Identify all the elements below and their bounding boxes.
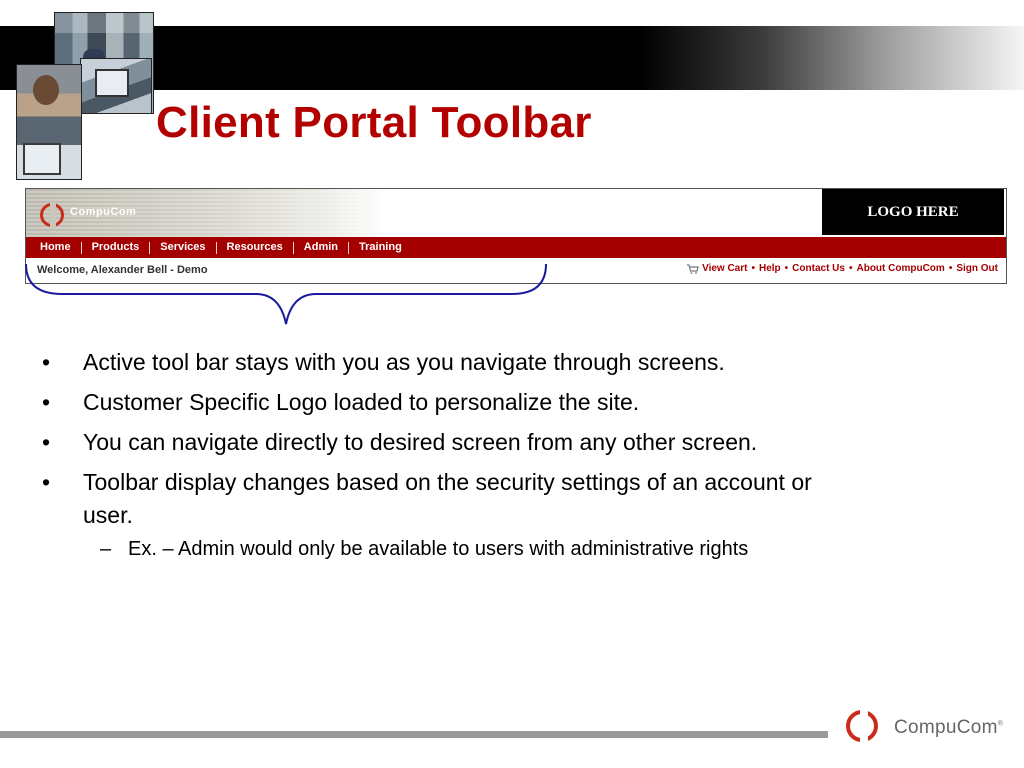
footer-bar: [0, 731, 828, 738]
bullet-item: • You can navigate directly to desired s…: [40, 426, 1000, 459]
footer-logo: CompuCom®: [846, 708, 1016, 750]
footer-brand: CompuCom®: [894, 717, 1003, 739]
footer-brand-name: CompuCom: [894, 717, 998, 738]
bullet-marker: •: [42, 389, 51, 415]
bullet-text: Toolbar display changes based on the sec…: [83, 469, 812, 528]
bullet-list: • Active tool bar stays with you as you …: [40, 346, 1000, 564]
nav-home[interactable]: Home: [30, 237, 81, 258]
registered-mark: ®: [997, 720, 1004, 728]
bullet-item: • Toolbar display changes based on the s…: [40, 466, 1000, 532]
bullet-marker: •: [42, 349, 51, 375]
nav-products[interactable]: Products: [82, 237, 150, 258]
portal-header: CompuCom LOGO HERE: [26, 189, 1006, 237]
sub-bullet-marker: –: [100, 538, 112, 560]
nav-services[interactable]: Services: [150, 237, 215, 258]
bullet-marker: •: [42, 469, 51, 495]
workstation-photo: [80, 58, 152, 114]
nav-admin[interactable]: Admin: [294, 237, 348, 258]
bullet-text: Active tool bar stays with you as you na…: [83, 349, 725, 375]
link-separator: •: [948, 263, 953, 274]
curly-brace-annotation: [25, 263, 547, 325]
bullet-text: You can navigate directly to desired scr…: [83, 429, 758, 455]
compucom-ring-icon: [846, 708, 878, 748]
people-photo: [16, 64, 82, 180]
cart-icon[interactable]: [687, 263, 699, 274]
bullet-marker: •: [42, 429, 51, 455]
portal-nav-bar: Home Products Services Resources Admin T…: [26, 237, 1006, 258]
link-separator: •: [751, 263, 755, 274]
utility-links: View Cart • Help • Contact Us • About Co…: [687, 263, 998, 274]
bullet-item: • Customer Specific Logo loaded to perso…: [40, 386, 1000, 419]
link-separator: •: [848, 263, 853, 274]
sub-bullet-text: Ex. – Admin would only be available to u…: [128, 538, 749, 560]
compucom-logo-icon: [40, 202, 64, 228]
nav-resources[interactable]: Resources: [217, 237, 293, 258]
link-contact-us[interactable]: Contact Us: [792, 263, 845, 274]
link-sign-out[interactable]: Sign Out: [956, 263, 998, 274]
customer-logo-placeholder: LOGO HERE: [822, 189, 1004, 235]
link-help[interactable]: Help: [759, 263, 781, 274]
nav-training[interactable]: Training: [349, 237, 412, 258]
bullet-text: Customer Specific Logo loaded to persona…: [83, 389, 640, 415]
link-separator: •: [784, 263, 789, 274]
link-view-cart[interactable]: View Cart: [702, 263, 747, 274]
bullet-item: • Active tool bar stays with you as you …: [40, 346, 1000, 379]
sub-bullet-item: – Ex. – Admin would only be available to…: [40, 534, 1000, 564]
link-about-compucom[interactable]: About CompuCom: [856, 263, 944, 274]
portal-brand: CompuCom: [70, 206, 137, 218]
slide-title: Client Portal Toolbar: [156, 98, 592, 147]
